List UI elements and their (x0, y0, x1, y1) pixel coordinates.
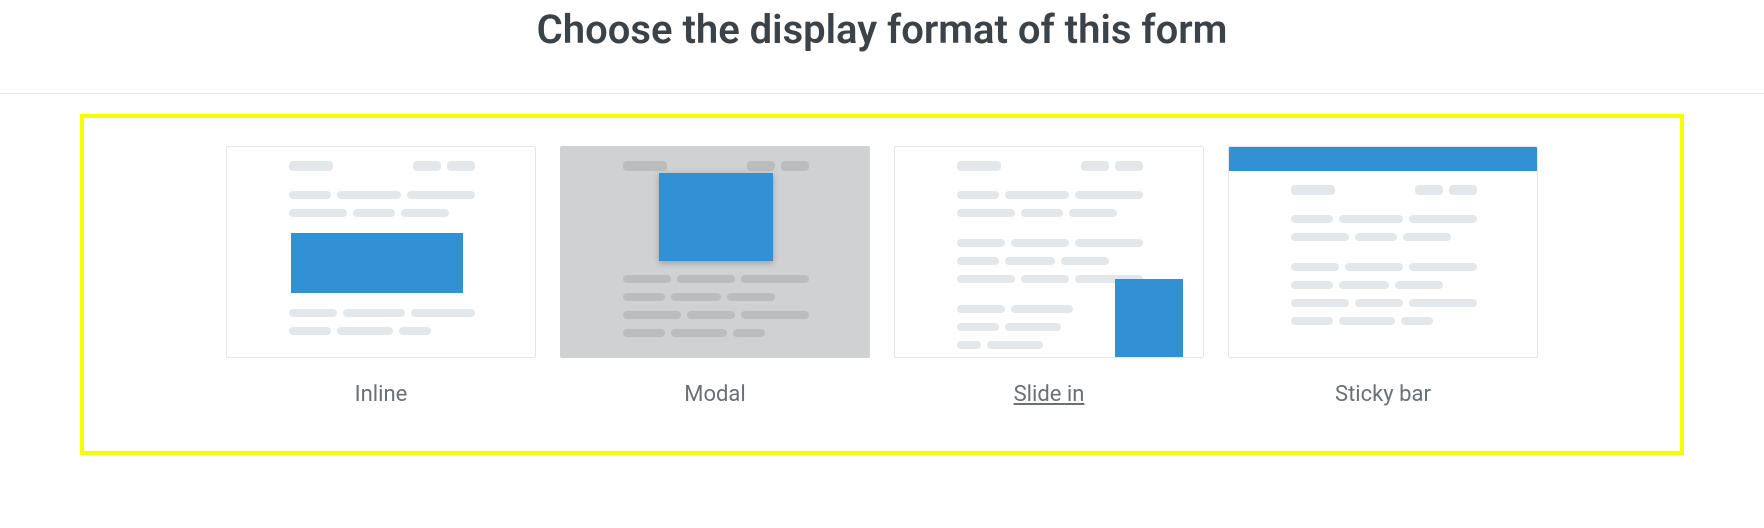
section-divider (0, 93, 1764, 94)
thumb-stickybar (1228, 146, 1538, 358)
format-options-frame: Inline Modal (80, 114, 1684, 455)
thumb-modal (560, 146, 870, 358)
option-stickybar[interactable]: Sticky bar (1228, 146, 1538, 407)
option-inline[interactable]: Inline (226, 146, 536, 407)
modal-highlight-box-icon (659, 173, 773, 261)
option-modal[interactable]: Modal (560, 146, 870, 407)
option-inline-label: Inline (355, 382, 408, 407)
option-slidein[interactable]: Slide in (894, 146, 1204, 407)
option-slidein-label: Slide in (1014, 382, 1085, 407)
option-stickybar-label: Sticky bar (1335, 382, 1431, 407)
option-modal-label: Modal (684, 382, 745, 407)
thumb-slidein (894, 146, 1204, 358)
thumb-inline (226, 146, 536, 358)
stickybar-highlight-bar-icon (1229, 147, 1537, 171)
slidein-highlight-box-icon (1115, 279, 1183, 358)
page-title: Choose the display format of this form (0, 0, 1764, 93)
inline-highlight-box-icon (291, 233, 463, 293)
